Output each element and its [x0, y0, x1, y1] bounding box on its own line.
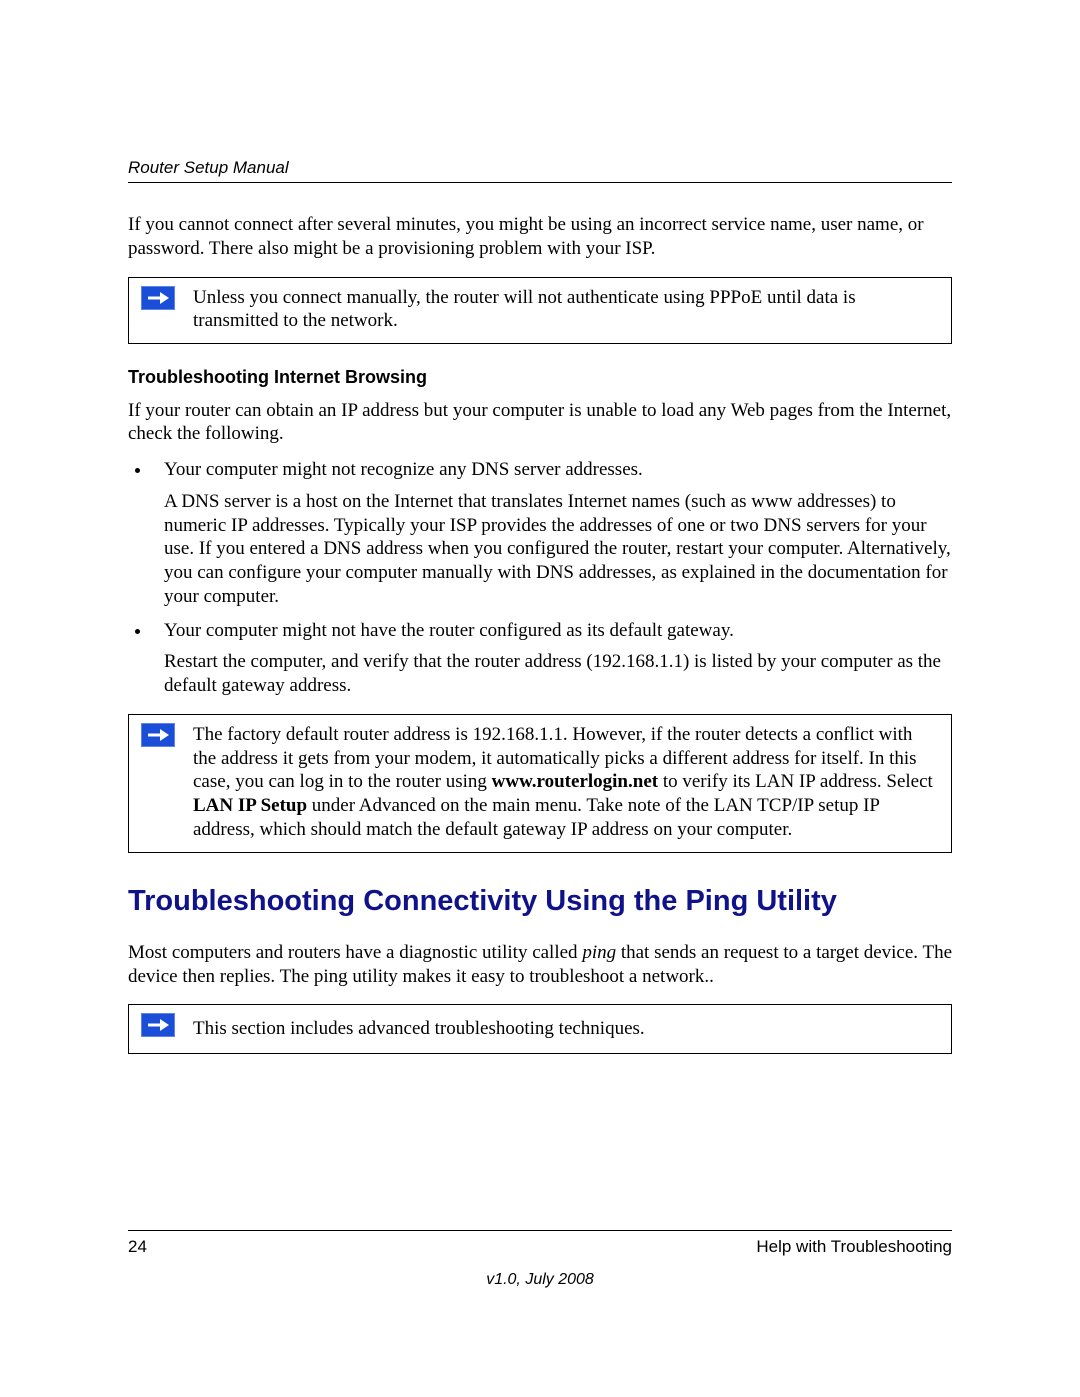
list-item: Your computer might not have the router …: [152, 619, 952, 698]
note-text: This section includes advanced troublesh…: [187, 1005, 951, 1053]
manual-page: Router Setup Manual If you cannot connec…: [0, 0, 1080, 1397]
footer-line: 24 Help with Troubleshooting: [128, 1237, 952, 1257]
note-icon-cell: [129, 278, 187, 344]
sub1-intro: If your router can obtain an IP address …: [128, 399, 952, 447]
note-icon-cell: [129, 1005, 187, 1053]
note-box-2: The factory default router address is 19…: [128, 714, 952, 853]
arrow-right-icon: [141, 286, 175, 310]
note-icon-cell: [129, 715, 187, 852]
note2-part2: to verify its LAN IP address. Select: [658, 771, 933, 792]
header-rule: [128, 182, 952, 183]
note2-url: www.routerlogin.net: [492, 771, 658, 792]
note-box-3: This section includes advanced troublesh…: [128, 1004, 952, 1054]
bullet-followup: A DNS server is a host on the Internet t…: [164, 490, 952, 609]
note-box-1: Unless you connect manually, the router …: [128, 277, 952, 345]
troubleshoot-list: Your computer might not recognize any DN…: [128, 458, 952, 698]
note-text: Unless you connect manually, the router …: [187, 278, 951, 344]
footer-rule: [128, 1230, 952, 1231]
page-footer: 24 Help with Troubleshooting v1.0, July …: [128, 1230, 952, 1289]
note-text: The factory default router address is 19…: [187, 715, 951, 852]
arrow-right-icon: [141, 723, 175, 747]
arrow-right-icon: [141, 1013, 175, 1037]
footer-section: Help with Troubleshooting: [756, 1237, 952, 1257]
ping-pre: Most computers and routers have a diagno…: [128, 942, 582, 963]
footer-version: v1.0, July 2008: [128, 1271, 952, 1289]
ping-term: ping: [582, 942, 616, 963]
page-body: If you cannot connect after several minu…: [128, 213, 952, 1054]
subheading-internet-browsing: Troubleshooting Internet Browsing: [128, 366, 952, 389]
bullet-text: Your computer might not recognize any DN…: [164, 459, 643, 480]
bullet-followup: Restart the computer, and verify that th…: [164, 650, 952, 698]
page-number: 24: [128, 1237, 147, 1257]
list-item: Your computer might not recognize any DN…: [152, 458, 952, 609]
heading-ping-utility: Troubleshooting Connectivity Using the P…: [128, 883, 952, 919]
ping-paragraph: Most computers and routers have a diagno…: [128, 941, 952, 989]
bullet-text: Your computer might not have the router …: [164, 620, 734, 641]
intro-paragraph: If you cannot connect after several minu…: [128, 213, 952, 261]
running-header: Router Setup Manual: [128, 158, 952, 178]
note2-menu: LAN IP Setup: [193, 795, 307, 816]
